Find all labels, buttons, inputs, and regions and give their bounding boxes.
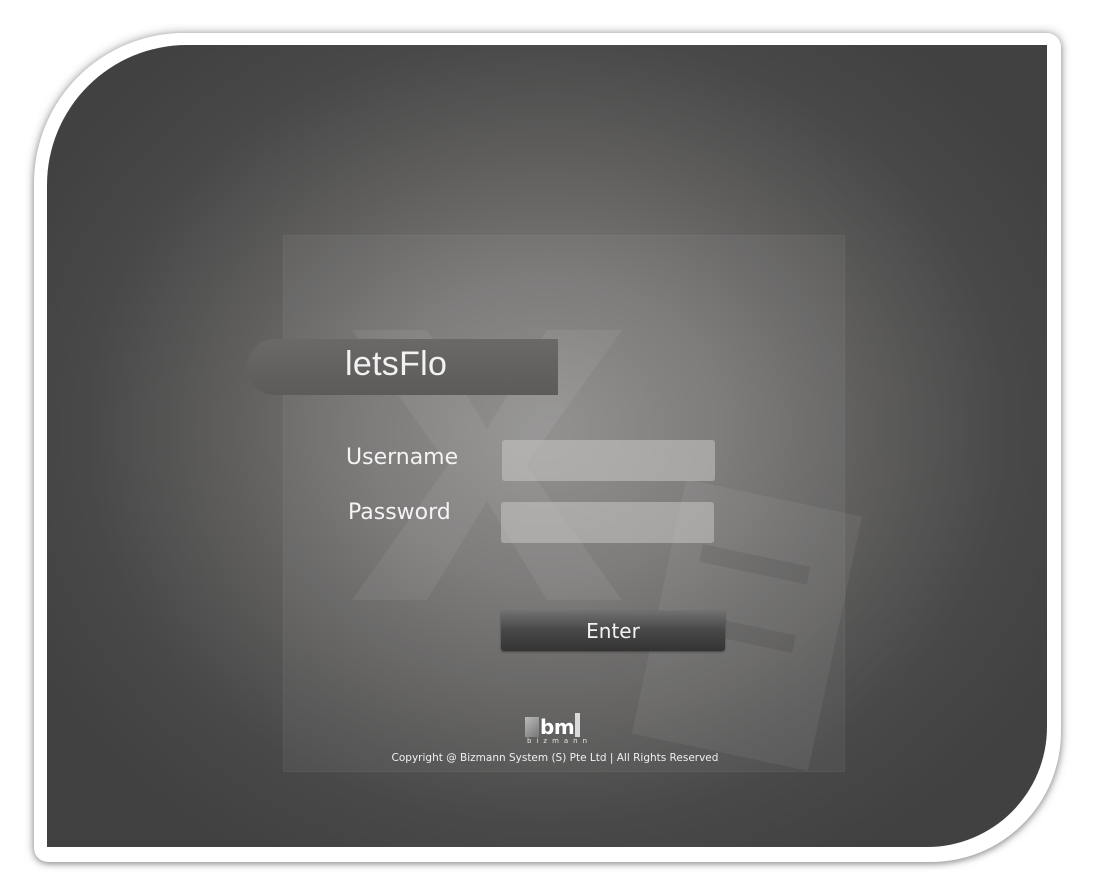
logo-subtext: bizmann	[527, 737, 593, 745]
logo-square-icon	[525, 717, 539, 737]
logo-bar-icon	[575, 713, 581, 737]
bizmann-logo-mark: bm	[525, 713, 581, 739]
login-panel: letsFlo Username Password Enter bm bizma…	[47, 45, 1047, 847]
password-label: Password	[348, 500, 451, 525]
enter-button[interactable]: Enter	[501, 611, 725, 651]
copyright-text: Copyright @ Bizmann System (S) Pte Ltd |…	[391, 752, 719, 764]
app-title: letsFlo	[345, 345, 448, 383]
password-input[interactable]	[501, 502, 714, 543]
bizmann-logo: bm bizmann	[525, 713, 599, 747]
logo-text: bm	[540, 715, 575, 739]
username-input[interactable]	[502, 440, 715, 481]
username-label: Username	[346, 445, 459, 470]
